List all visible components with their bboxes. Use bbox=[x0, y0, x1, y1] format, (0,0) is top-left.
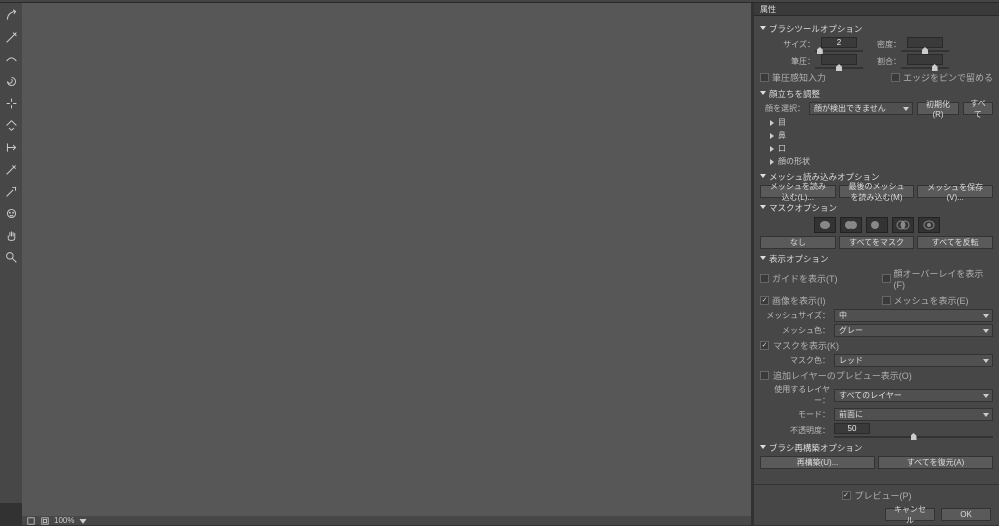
mode-label: モード： bbox=[760, 409, 830, 420]
face-mouth[interactable]: 口 bbox=[770, 143, 993, 154]
mask-subtract-icon[interactable] bbox=[866, 217, 888, 233]
mask-replace-icon[interactable] bbox=[814, 217, 836, 233]
face-nose[interactable]: 鼻 bbox=[770, 130, 993, 141]
smooth-tool[interactable] bbox=[3, 51, 19, 67]
pressure-slider[interactable] bbox=[815, 67, 863, 69]
use-layer-select[interactable]: すべてのレイヤー bbox=[834, 389, 993, 402]
face-eyes[interactable]: 目 bbox=[770, 117, 993, 128]
pressure-input[interactable] bbox=[821, 54, 857, 65]
mask-add-icon[interactable] bbox=[840, 217, 862, 233]
density-slider[interactable] bbox=[901, 50, 949, 52]
face-all-button[interactable]: すべて bbox=[963, 102, 993, 115]
forward-warp-tool[interactable] bbox=[3, 7, 19, 23]
preview-label: プレビュー(P) bbox=[855, 489, 912, 502]
mode-select[interactable]: 前面に bbox=[834, 408, 993, 421]
rate-input[interactable] bbox=[907, 54, 943, 65]
restore-all-button[interactable]: すべてを復元(A) bbox=[878, 456, 993, 469]
section-view-options[interactable]: 表示オプション bbox=[760, 253, 993, 265]
pin-edges-checkbox[interactable] bbox=[891, 73, 900, 82]
mask-all-button[interactable]: すべてをマスク bbox=[839, 236, 915, 249]
section-face-aware[interactable]: 顔立ちを調整 bbox=[760, 88, 993, 100]
mesh-color-select[interactable]: グレー bbox=[834, 324, 993, 337]
load-mesh-button[interactable]: メッシュを読み込む(L)... bbox=[760, 185, 836, 198]
show-image-checkbox[interactable] bbox=[760, 296, 769, 305]
size-label: サイズ： bbox=[760, 39, 815, 50]
section-reconstruct[interactable]: ブラシ再構築オプション bbox=[760, 442, 993, 454]
zoom-value[interactable]: 100% bbox=[54, 516, 74, 525]
face-shape[interactable]: 顔の形状 bbox=[770, 156, 993, 167]
preview-checkbox[interactable] bbox=[842, 491, 851, 500]
show-mesh-checkbox[interactable] bbox=[882, 296, 891, 305]
reconstruct-tool[interactable] bbox=[3, 29, 19, 45]
canvas-area[interactable] bbox=[22, 3, 751, 516]
preview-additional-checkbox[interactable] bbox=[760, 371, 769, 380]
face-reset-button[interactable]: 初期化(R) bbox=[917, 102, 959, 115]
save-mesh-button[interactable]: メッシュを保存(V)... bbox=[917, 185, 993, 198]
section-mask-options[interactable]: マスクオプション bbox=[760, 202, 993, 214]
thaw-mask-tool[interactable] bbox=[3, 183, 19, 199]
cancel-button[interactable]: キャンセル bbox=[885, 508, 935, 521]
show-face-overlay-checkbox[interactable] bbox=[882, 274, 891, 283]
pressure-label: 筆圧： bbox=[760, 56, 815, 67]
mesh-size-select[interactable]: 中 bbox=[834, 309, 993, 322]
mask-none-button[interactable]: なし bbox=[760, 236, 836, 249]
rate-slider[interactable] bbox=[901, 67, 949, 69]
zoom-tool[interactable] bbox=[3, 249, 19, 265]
size-slider[interactable] bbox=[815, 50, 863, 52]
show-mask-checkbox[interactable] bbox=[760, 341, 769, 350]
face-tool[interactable] bbox=[3, 205, 19, 221]
face-select[interactable]: 顔が検出できません bbox=[809, 102, 913, 115]
fit-screen-icon[interactable] bbox=[26, 517, 36, 525]
pucker-tool[interactable] bbox=[3, 95, 19, 111]
use-layer-label: 使用するレイヤー： bbox=[760, 384, 830, 406]
opacity-input[interactable] bbox=[834, 423, 870, 434]
section-brush-tool[interactable]: ブラシツールオプション bbox=[760, 23, 993, 35]
freeze-mask-tool[interactable] bbox=[3, 161, 19, 177]
zoom-dropdown-icon[interactable] bbox=[78, 517, 88, 525]
mask-intersect-icon[interactable] bbox=[892, 217, 914, 233]
status-bar: 100% bbox=[22, 516, 751, 525]
opacity-slider[interactable] bbox=[834, 436, 993, 438]
opacity-label: 不透明度： bbox=[760, 425, 830, 436]
panel-tab[interactable]: 属性 bbox=[754, 3, 999, 16]
ok-button[interactable]: OK bbox=[941, 508, 991, 521]
mesh-color-label: メッシュ色： bbox=[760, 325, 830, 336]
twirl-tool[interactable] bbox=[3, 73, 19, 89]
left-toolbar bbox=[0, 3, 22, 503]
hand-tool[interactable] bbox=[3, 227, 19, 243]
reconstruct-button[interactable]: 再構築(U)... bbox=[760, 456, 875, 469]
show-guide-checkbox[interactable] bbox=[760, 274, 769, 283]
mask-color-label: マスク色： bbox=[760, 355, 830, 366]
use-pressure-checkbox[interactable] bbox=[760, 73, 769, 82]
load-last-mesh-button[interactable]: 最後のメッシュを読み込む(M) bbox=[839, 185, 915, 198]
mask-color-select[interactable]: レッド bbox=[834, 354, 993, 367]
size-input[interactable] bbox=[821, 37, 857, 48]
rate-label: 割合： bbox=[863, 56, 901, 67]
mask-invert-all-button[interactable]: すべてを反転 bbox=[917, 236, 993, 249]
face-select-label: 顔を選択： bbox=[760, 103, 805, 114]
mesh-size-label: メッシュサイズ： bbox=[760, 310, 830, 321]
properties-panel: 属性 ブラシツールオプション サイズ： 密度： 筆圧： 割合： bbox=[754, 3, 999, 525]
density-label: 密度： bbox=[863, 39, 901, 50]
bloat-tool[interactable] bbox=[3, 117, 19, 133]
mask-invert-icon[interactable] bbox=[918, 217, 940, 233]
push-left-tool[interactable] bbox=[3, 139, 19, 155]
actual-pixels-icon[interactable] bbox=[40, 517, 50, 525]
density-input[interactable] bbox=[907, 37, 943, 48]
